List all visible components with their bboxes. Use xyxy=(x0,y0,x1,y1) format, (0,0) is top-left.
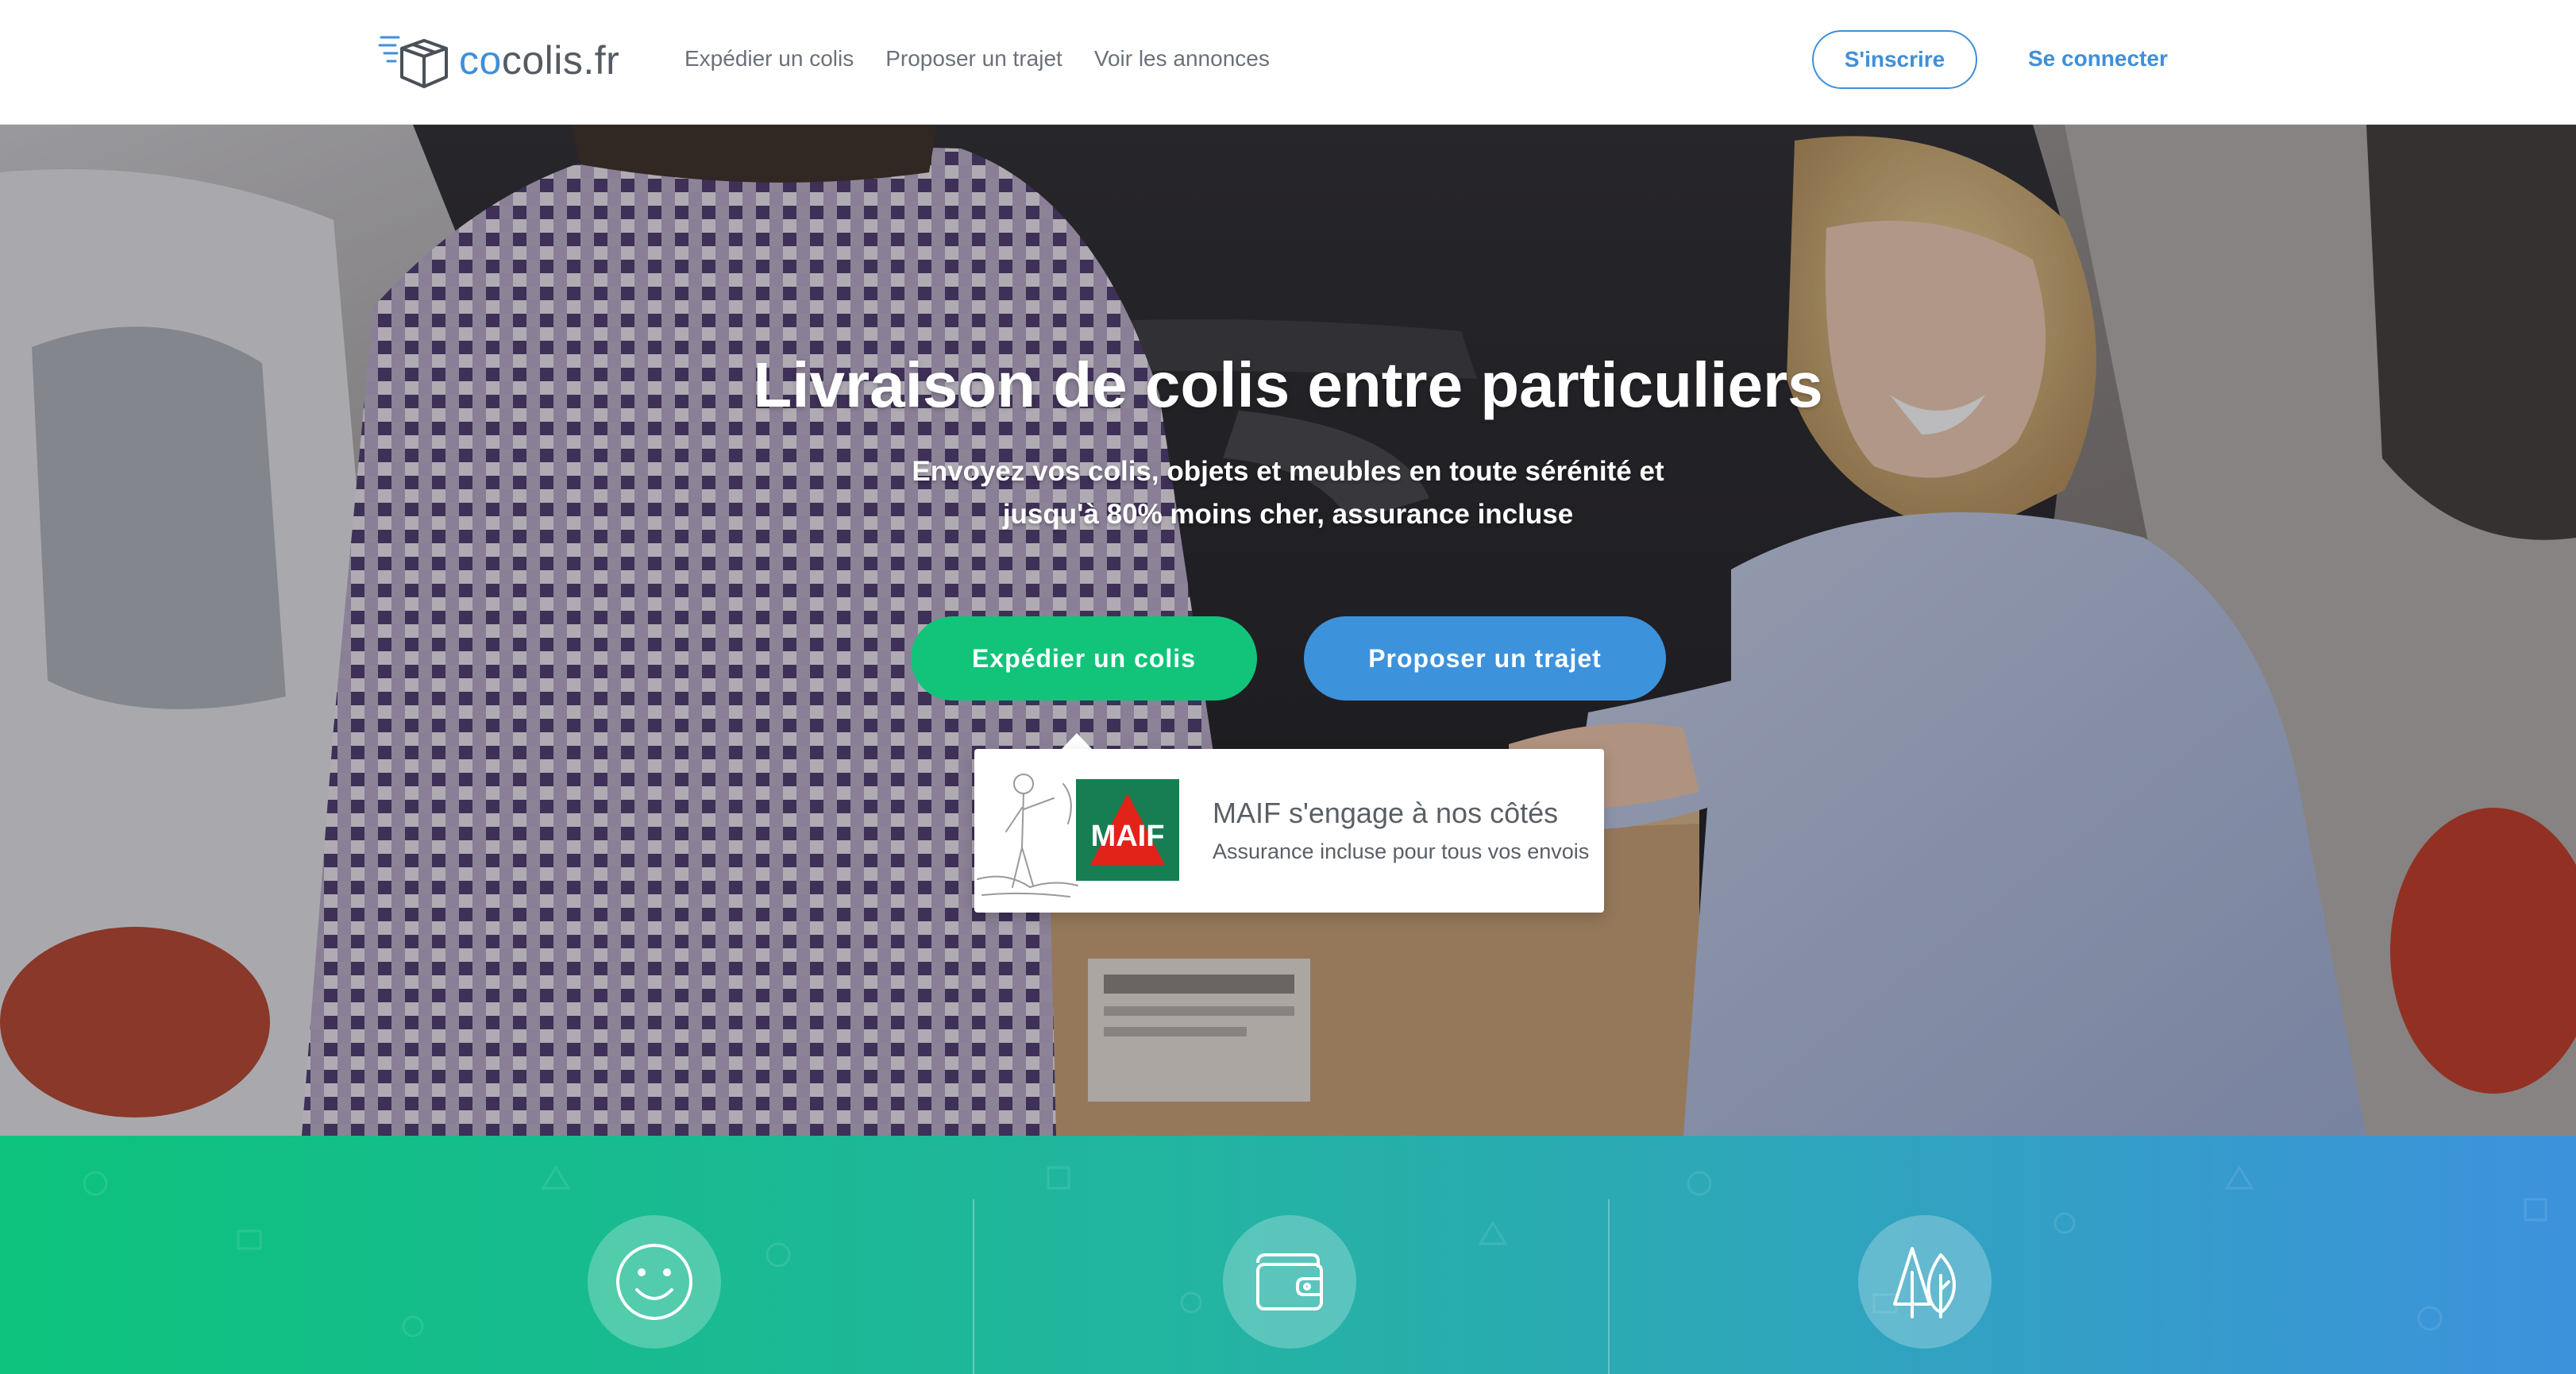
hero-title: Livraison de colis entre particuliers xyxy=(753,349,1823,420)
site-header: cocolis.fr Expédier un colis Proposer un… xyxy=(0,0,2576,125)
svg-text:MAIF: MAIF xyxy=(1091,820,1165,853)
logo-wordmark: cocolis.fr xyxy=(459,38,620,83)
main-nav: Expédier un colis Proposer un trajet Voi… xyxy=(684,46,1270,71)
smiley-icon xyxy=(616,1244,692,1320)
nav-offer-trip[interactable]: Proposer un trajet xyxy=(885,46,1062,71)
feature-savings xyxy=(1223,1215,1356,1349)
hero-subtitle-line-2: jusqu'à 80% moins cher, assurance inclus… xyxy=(1002,499,1574,530)
feature-ecology xyxy=(1858,1215,1992,1349)
box-logo-icon xyxy=(378,36,448,88)
nav-view-listings[interactable]: Voir les annonces xyxy=(1094,46,1270,71)
hero-overlay xyxy=(0,125,2576,1136)
send-parcel-button[interactable]: Expédier un colis xyxy=(911,616,1257,701)
maif-card-pointer xyxy=(1061,733,1093,750)
login-link[interactable]: Se connecter xyxy=(2028,46,2168,71)
offer-trip-button[interactable]: Proposer un trajet xyxy=(1304,616,1666,701)
maif-partner-card[interactable]: MAIF MAIF s'engage à nos côtés Assurance… xyxy=(974,749,1604,913)
features-band xyxy=(0,1136,2576,1374)
maif-logo-mark: MAIF xyxy=(1076,779,1179,881)
maif-subtitle: Assurance incluse pour tous vos envois xyxy=(1213,839,1590,863)
feature-divider xyxy=(973,1199,974,1374)
feature-divider xyxy=(1608,1199,1610,1374)
hero-subtitle-line-1: Envoyez vos colis, objets et meubles en … xyxy=(912,456,1664,487)
hero-subtitle: Envoyez vos colis, objets et meubles en … xyxy=(891,450,1685,536)
feature-satisfaction xyxy=(588,1215,721,1349)
site-logo[interactable]: cocolis.fr xyxy=(378,29,619,92)
signup-button[interactable]: S'inscrire xyxy=(1812,30,1977,89)
hero-section: Livraison de colis entre particuliers En… xyxy=(0,125,2576,1136)
maif-logo: MAIF xyxy=(1076,779,1179,881)
wallet-icon xyxy=(1256,1253,1323,1310)
maif-title: MAIF s'engage à nos côtés xyxy=(1213,797,1559,829)
sketch-figure-icon xyxy=(977,774,1078,897)
trees-icon xyxy=(1893,1247,1956,1318)
nav-send-parcel[interactable]: Expédier un colis xyxy=(684,46,854,71)
